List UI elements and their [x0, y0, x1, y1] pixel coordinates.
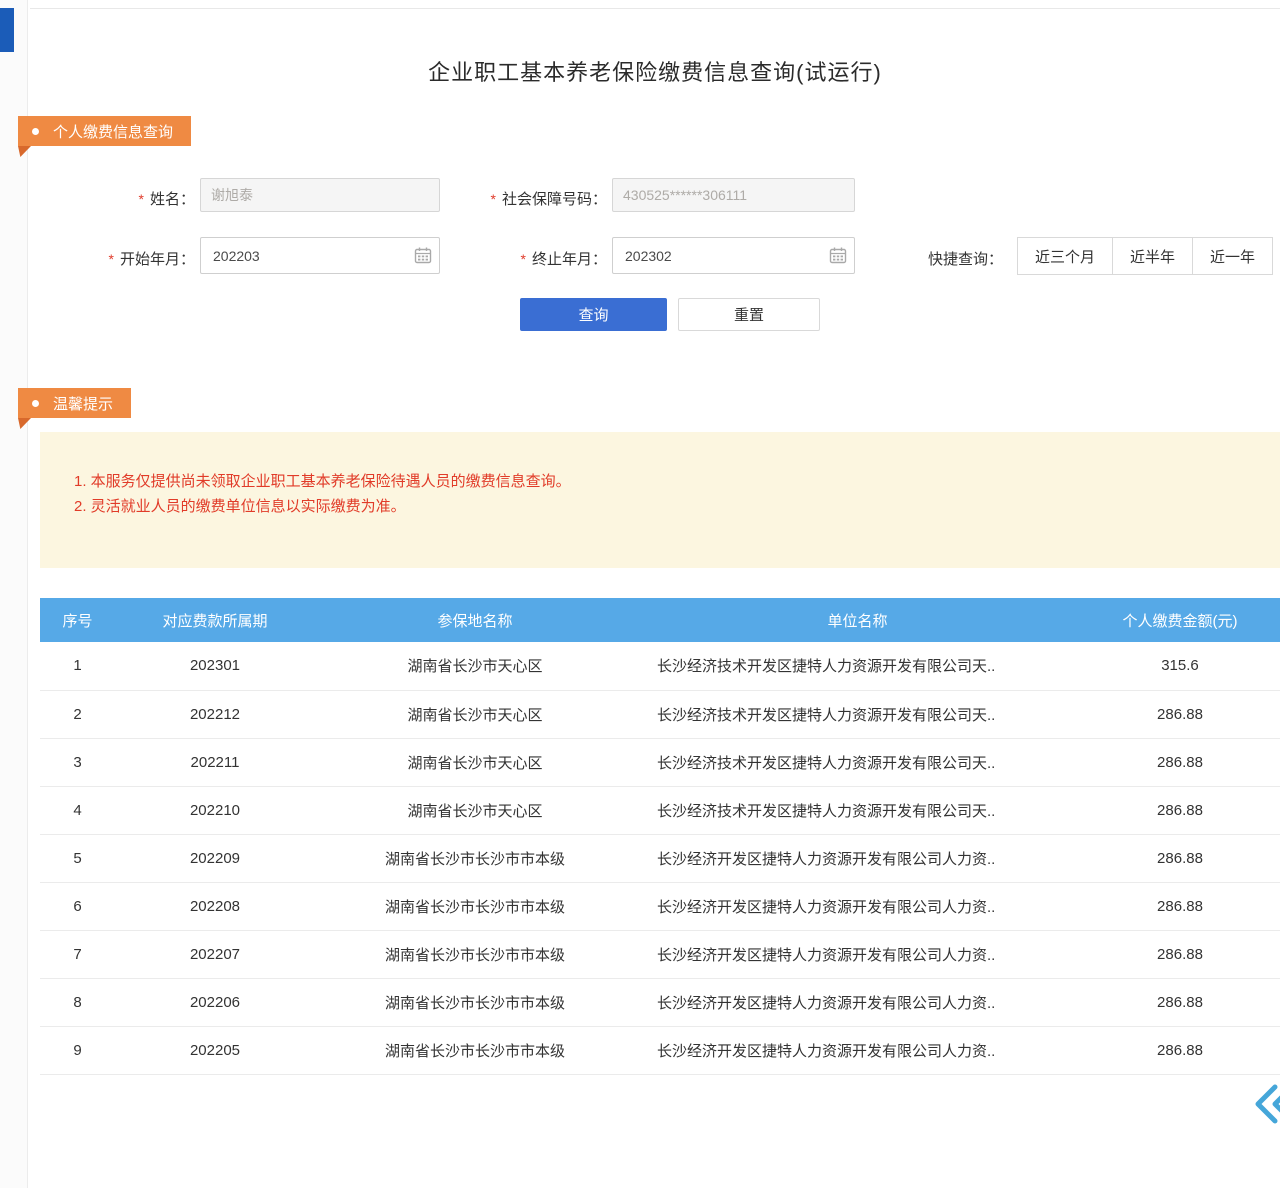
table-body: 1 202301 湖南省长沙市天心区 长沙经济技术开发区捷特人力资源开发有限公司… [40, 642, 1280, 1074]
query-button[interactable]: 查询 [520, 298, 667, 331]
cell-period: 202205 [115, 1026, 315, 1074]
end-month-picker [612, 237, 855, 274]
cell-region: 湖南省长沙市天心区 [315, 690, 635, 738]
cell-period: 202207 [115, 930, 315, 978]
table-row: 2 202212 湖南省长沙市天心区 长沙经济技术开发区捷特人力资源开发有限公司… [40, 690, 1280, 738]
cell-period: 202206 [115, 978, 315, 1026]
payment-table: 序号 对应费款所属期 参保地名称 单位名称 个人缴费金额(元) 1 202301… [40, 598, 1280, 1075]
cell-employer: 长沙经济技术开发区捷特人力资源开发有限公司天.. [635, 738, 1080, 786]
header-amount: 个人缴费金额(元) [1080, 598, 1280, 642]
start-month-label: *开始年月： [70, 248, 195, 269]
table-row: 5 202209 湖南省长沙市长沙市市本级 长沙经济开发区捷特人力资源开发有限公… [40, 834, 1280, 882]
cell-region: 湖南省长沙市长沙市市本级 [315, 978, 635, 1026]
cell-region: 湖南省长沙市天心区 [315, 786, 635, 834]
cell-employer: 长沙经济开发区捷特人力资源开发有限公司人力资.. [635, 882, 1080, 930]
cell-region: 湖南省长沙市长沙市市本级 [315, 834, 635, 882]
header-index: 序号 [40, 598, 115, 642]
cell-period: 202208 [115, 882, 315, 930]
table-row: 1 202301 湖南省长沙市天心区 长沙经济技术开发区捷特人力资源开发有限公司… [40, 642, 1280, 690]
cell-amount: 286.88 [1080, 978, 1280, 1026]
reset-button[interactable]: 重置 [678, 298, 820, 331]
quick-option-3-months[interactable]: 近三个月 [1017, 237, 1113, 275]
cell-index: 9 [40, 1026, 115, 1074]
cell-index: 6 [40, 882, 115, 930]
section-badge-query: 个人缴费信息查询 [18, 116, 191, 146]
cell-index: 3 [40, 738, 115, 786]
calendar-icon[interactable] [414, 246, 432, 264]
table-row: 3 202211 湖南省长沙市天心区 长沙经济技术开发区捷特人力资源开发有限公司… [40, 738, 1280, 786]
cell-index: 7 [40, 930, 115, 978]
cell-amount: 286.88 [1080, 738, 1280, 786]
cell-amount: 286.88 [1080, 786, 1280, 834]
cell-amount: 286.88 [1080, 834, 1280, 882]
cell-employer: 长沙经济开发区捷特人力资源开发有限公司人力资.. [635, 978, 1080, 1026]
cell-index: 5 [40, 834, 115, 882]
cell-region: 湖南省长沙市长沙市市本级 [315, 882, 635, 930]
table-header: 序号 对应费款所属期 参保地名称 单位名称 个人缴费金额(元) [40, 598, 1280, 642]
cell-period: 202209 [115, 834, 315, 882]
header-region: 参保地名称 [315, 598, 635, 642]
cell-index: 4 [40, 786, 115, 834]
cell-period: 202212 [115, 690, 315, 738]
section-badge-tips: 温馨提示 [18, 388, 131, 418]
table-row: 7 202207 湖南省长沙市长沙市市本级 长沙经济开发区捷特人力资源开发有限公… [40, 930, 1280, 978]
required-asterisk: * [521, 251, 526, 267]
quick-option-half-year[interactable]: 近半年 [1112, 237, 1193, 275]
cell-region: 湖南省长沙市长沙市市本级 [315, 1026, 635, 1074]
ssn-field [612, 178, 855, 212]
sidebar-blue-tab [0, 8, 14, 52]
end-month-label: *终止年月： [482, 248, 607, 269]
required-asterisk: * [491, 191, 496, 207]
cell-period: 202301 [115, 642, 315, 690]
badge-dot-icon [32, 400, 39, 407]
ssn-label: *社会保障号码： [450, 188, 607, 209]
cell-employer: 长沙经济技术开发区捷特人力资源开发有限公司天.. [635, 642, 1080, 690]
end-month-input[interactable] [612, 237, 855, 274]
cell-amount: 286.88 [1080, 1026, 1280, 1074]
name-field [200, 178, 440, 212]
tips-notice-box: 1. 本服务仅提供尚未领取企业职工基本养老保险待遇人员的缴费信息查询。 2. 灵… [40, 432, 1280, 568]
left-gutter [0, 0, 28, 1188]
header-period: 对应费款所属期 [115, 598, 315, 642]
calendar-icon[interactable] [829, 246, 847, 264]
cell-amount: 286.88 [1080, 882, 1280, 930]
start-month-picker [200, 237, 440, 274]
cell-period: 202211 [115, 738, 315, 786]
tip-line: 1. 本服务仅提供尚未领取企业职工基本养老保险待遇人员的缴费信息查询。 [74, 469, 1256, 494]
cell-period: 202210 [115, 786, 315, 834]
quick-query-group: 近三个月 近半年 近一年 [1018, 237, 1273, 275]
cell-region: 湖南省长沙市天心区 [315, 642, 635, 690]
quick-option-1-year[interactable]: 近一年 [1192, 237, 1273, 275]
name-label: *姓名： [80, 188, 195, 209]
table-row: 9 202205 湖南省长沙市长沙市市本级 长沙经济开发区捷特人力资源开发有限公… [40, 1026, 1280, 1074]
header-employer: 单位名称 [635, 598, 1080, 642]
collapse-double-chevron-left-icon[interactable] [1253, 1082, 1280, 1126]
section-badge-query-label: 个人缴费信息查询 [53, 121, 173, 142]
cell-amount: 315.6 [1080, 642, 1280, 690]
cell-amount: 286.88 [1080, 930, 1280, 978]
cell-employer: 长沙经济技术开发区捷特人力资源开发有限公司天.. [635, 786, 1080, 834]
cell-employer: 长沙经济开发区捷特人力资源开发有限公司人力资.. [635, 834, 1080, 882]
cell-employer: 长沙经济开发区捷特人力资源开发有限公司人力资.. [635, 930, 1080, 978]
table-row: 4 202210 湖南省长沙市天心区 长沙经济技术开发区捷特人力资源开发有限公司… [40, 786, 1280, 834]
cell-region: 湖南省长沙市天心区 [315, 738, 635, 786]
cell-index: 1 [40, 642, 115, 690]
required-asterisk: * [109, 251, 114, 267]
quick-query-label: 快捷查询： [928, 248, 1010, 269]
start-month-input[interactable] [200, 237, 440, 274]
tip-line: 2. 灵活就业人员的缴费单位信息以实际缴费为准。 [74, 494, 1256, 519]
cell-index: 2 [40, 690, 115, 738]
badge-dot-icon [32, 128, 39, 135]
cell-employer: 长沙经济开发区捷特人力资源开发有限公司人力资.. [635, 1026, 1080, 1074]
cell-employer: 长沙经济技术开发区捷特人力资源开发有限公司天.. [635, 690, 1080, 738]
required-asterisk: * [139, 191, 144, 207]
table-row: 6 202208 湖南省长沙市长沙市市本级 长沙经济开发区捷特人力资源开发有限公… [40, 882, 1280, 930]
cell-region: 湖南省长沙市长沙市市本级 [315, 930, 635, 978]
cell-index: 8 [40, 978, 115, 1026]
section-badge-tips-label: 温馨提示 [53, 393, 113, 414]
page-title: 企业职工基本养老保险缴费信息查询(试运行) [30, 55, 1280, 87]
table-row: 8 202206 湖南省长沙市长沙市市本级 长沙经济开发区捷特人力资源开发有限公… [40, 978, 1280, 1026]
cell-amount: 286.88 [1080, 690, 1280, 738]
